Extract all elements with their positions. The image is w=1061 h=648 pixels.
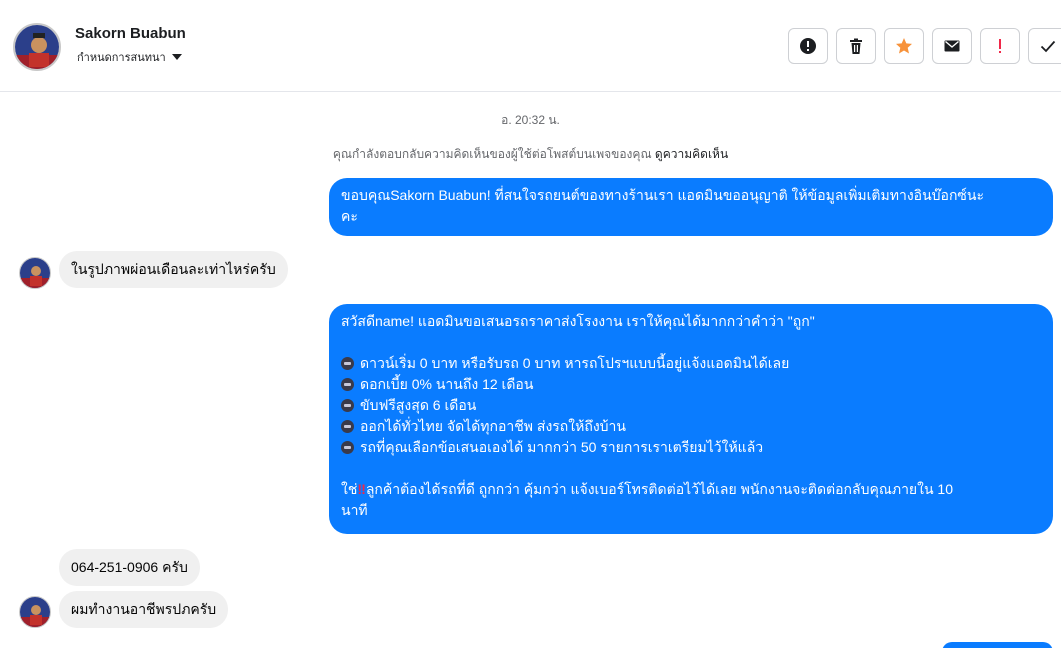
contact-name[interactable]: Sakorn Buabun bbox=[75, 25, 186, 42]
incoming-message[interactable]: 064-251-0906 ครับ bbox=[59, 549, 200, 586]
offer-bullet: ดอกเบี้ย 0% นานถึง 12 เดือน bbox=[341, 374, 1041, 395]
exclamation-icon bbox=[999, 39, 1001, 53]
trash-icon bbox=[850, 38, 862, 54]
contact-avatar-small[interactable] bbox=[19, 257, 51, 289]
outgoing-message-partial[interactable] bbox=[942, 642, 1053, 648]
checkmark-icon bbox=[1040, 40, 1056, 53]
message-line: ขอบคุณSakorn Buabun! ที่สนใจรถยนต์ของทาง… bbox=[341, 187, 985, 203]
outgoing-message[interactable]: ขอบคุณSakorn Buabun! ที่สนใจรถยนต์ของทาง… bbox=[329, 178, 1053, 236]
contact-avatar[interactable] bbox=[13, 23, 61, 71]
mark-done-button[interactable] bbox=[1028, 28, 1061, 64]
bullet-emoji-icon bbox=[341, 357, 354, 370]
bullet-emoji-icon bbox=[341, 420, 354, 433]
message-text: 064-251-0906 ครับ bbox=[71, 559, 188, 575]
bullet-emoji-icon bbox=[341, 378, 354, 391]
message-thread: อ. 20:32 น. คุณกำลังตอบกลับความคิดเห็นขอ… bbox=[0, 93, 1061, 648]
incoming-message[interactable]: ผมทำงานอาชีพรปภครับ bbox=[59, 591, 229, 628]
report-button[interactable] bbox=[788, 28, 828, 64]
assign-conversation-dropdown[interactable]: กำหนดการสนทนา bbox=[77, 48, 182, 66]
header-actions bbox=[788, 28, 1061, 64]
incoming-message[interactable]: ในรูปภาพผ่อนเดือนละเท่าไหร่ครับ bbox=[59, 251, 288, 288]
message-timestamp: อ. 20:32 น. bbox=[501, 113, 560, 127]
message-text: ผมทำงานอาชีพรปภครับ bbox=[71, 601, 217, 617]
message-line: สวัสดีname! แอดมินขอเสนอรถราคาส่งโรงงาน … bbox=[341, 313, 815, 329]
mail-icon bbox=[944, 40, 960, 52]
message-line: คะ bbox=[341, 208, 358, 224]
closing-line: ใช่‼ลูกค้าต้องได้รถที่ดี ถูกกว่า คุ้มกว่… bbox=[341, 481, 954, 497]
offer-bullet: ออกได้ทั่วไทย จัดได้ทุกอาชีพ ส่งรถให้ถึง… bbox=[341, 416, 1041, 437]
delete-button[interactable] bbox=[836, 28, 876, 64]
conversation-header: Sakorn Buabun กำหนดการสนทนา bbox=[0, 0, 1061, 92]
contact-avatar-small[interactable] bbox=[19, 596, 51, 628]
comment-reply-notice: คุณกำลังตอบกลับความคิดเห็นของผู้ใช้ต่อโพ… bbox=[0, 145, 1061, 164]
report-icon bbox=[800, 38, 816, 54]
assign-label: กำหนดการสนทนา bbox=[77, 52, 166, 64]
offer-bullet: ขับฟรีสูงสุด 6 เดือน bbox=[341, 395, 1041, 416]
view-comment-link[interactable]: ดูความคิดเห็น bbox=[655, 147, 728, 161]
notice-text: คุณกำลังตอบกลับความคิดเห็นของผู้ใช้ต่อโพ… bbox=[332, 147, 652, 161]
offer-bullet: รถที่คุณเลือกข้อเสนอเองได้ มากกว่า 50 รา… bbox=[341, 437, 1041, 458]
closing-line: นาที bbox=[341, 502, 368, 518]
mark-unread-button[interactable] bbox=[932, 28, 972, 64]
caret-down-icon bbox=[171, 54, 182, 60]
bullet-emoji-icon bbox=[341, 399, 354, 412]
message-text: ในรูปภาพผ่อนเดือนละเท่าไหร่ครับ bbox=[71, 261, 276, 277]
double-exclamation-icon: ‼ bbox=[357, 481, 366, 497]
offer-bullet: ดาวน์เริ่ม 0 บาท หรือรับรถ 0 บาท หารถโปร… bbox=[341, 353, 1041, 374]
star-button[interactable] bbox=[884, 28, 924, 64]
outgoing-message[interactable]: สวัสดีname! แอดมินขอเสนอรถราคาส่งโรงงาน … bbox=[329, 304, 1053, 534]
follow-up-button[interactable] bbox=[980, 28, 1020, 64]
bullet-emoji-icon bbox=[341, 441, 354, 454]
star-icon bbox=[896, 38, 912, 54]
